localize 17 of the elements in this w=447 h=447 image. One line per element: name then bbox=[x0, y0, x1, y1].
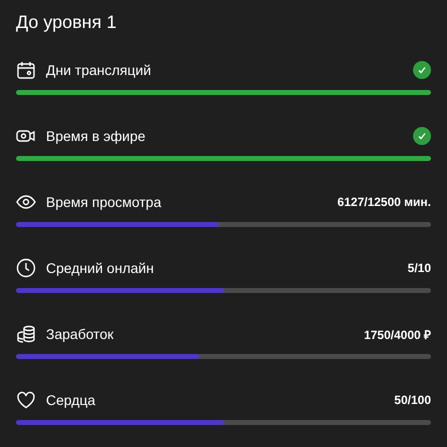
metric-label: Время в эфире bbox=[46, 128, 146, 144]
check-icon bbox=[413, 61, 431, 79]
metric-value: 5/10 bbox=[408, 261, 431, 275]
metric-label: Средний онлайн bbox=[46, 260, 155, 276]
metric-value: 1750/4000 ₽ bbox=[364, 326, 431, 342]
metric-value: 6127/12500 мин. bbox=[337, 195, 431, 209]
panel-title: До уровня 1 bbox=[16, 11, 118, 34]
metric-label: Сердца bbox=[46, 392, 96, 408]
clock-icon bbox=[16, 258, 36, 278]
metric-label: Время просмотра bbox=[46, 194, 162, 210]
metric-value: 50/100 bbox=[394, 393, 431, 407]
coins-icon bbox=[16, 324, 36, 344]
heart-icon bbox=[16, 390, 36, 410]
metric-label: Заработок bbox=[46, 326, 114, 342]
metric-label: Дни трансляций bbox=[46, 62, 152, 78]
calendar-icon bbox=[16, 60, 36, 80]
check-icon bbox=[413, 127, 431, 145]
